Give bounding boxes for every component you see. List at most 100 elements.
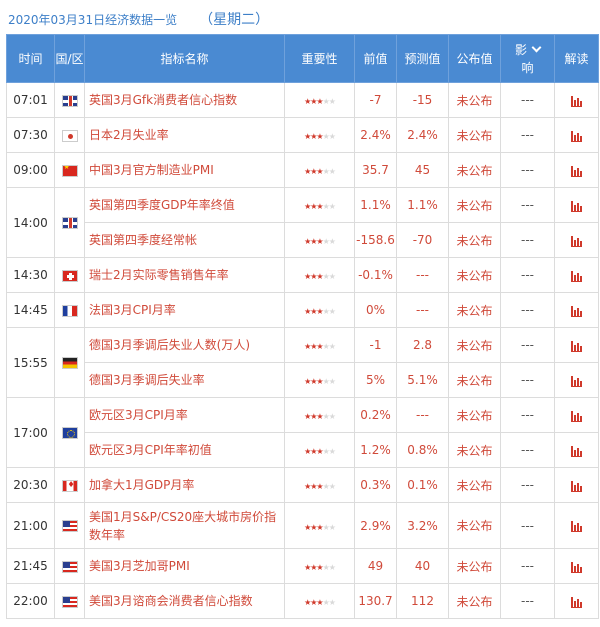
gb-flag-icon [61, 94, 78, 107]
star-empty-icon: ★ [328, 522, 336, 532]
table-row: 17:00 欧元区3月CPI月率 ★★★★★ 0.2% --- 未公布 --- [6, 397, 599, 468]
bar-chart-icon[interactable] [571, 375, 582, 387]
forecast-value: --- [396, 292, 449, 328]
time-cell: 21:00 [6, 502, 55, 549]
indicator-name[interactable]: 日本2月失业率 [84, 117, 285, 153]
time-cell: 15:55 [6, 327, 55, 398]
previous-value: 0.3% [354, 467, 397, 503]
col-impact-label-1: 影 [514, 42, 527, 57]
bar-chart-icon[interactable] [571, 270, 582, 282]
indicator-name[interactable]: 欧元区3月CPI月率 [84, 397, 285, 433]
bar-chart-icon[interactable] [571, 480, 582, 492]
previous-value: -0.1% [354, 257, 397, 293]
time-cell: 09:00 [6, 152, 55, 188]
actual-value: 未公布 [448, 397, 501, 433]
country-cell [54, 82, 85, 118]
actual-value: 未公布 [448, 152, 501, 188]
table-row: 德国3月季调后失业率 ★★★★★ 5% 5.1% 未公布 --- [7, 362, 599, 398]
indicator-name[interactable]: 美国3月芝加哥PMI [84, 548, 285, 584]
country-cell [54, 548, 85, 584]
jp-flag-icon [61, 129, 78, 142]
indicator-name[interactable]: 美国1月S&P/CS20座大城市房价指数年率 [84, 502, 285, 549]
table-header-row: 时间 国/区 指标名称 重要性 前值 预测值 公布值 影 响 解读 [6, 34, 599, 83]
indicator-name[interactable]: 美国3月谘商会消费者信心指数 [84, 583, 285, 619]
impact-value: --- [500, 583, 555, 619]
fr-flag-icon [61, 304, 78, 317]
bar-chart-icon[interactable] [571, 165, 582, 177]
impact-value: --- [500, 327, 555, 363]
importance-cell: ★★★★★ [284, 327, 355, 363]
importance-stars: ★★★★★ [304, 377, 336, 386]
indicator-name[interactable]: 瑞士2月实际零售销售年率 [84, 257, 285, 293]
indicator-name[interactable]: 法国3月CPI月率 [84, 292, 285, 328]
indicator-name[interactable]: 欧元区3月CPI年率初值 [84, 432, 285, 468]
explain-cell [554, 502, 599, 549]
bar-chart-icon[interactable] [571, 235, 582, 247]
star-empty-icon: ★ [328, 342, 336, 351]
bar-chart-icon[interactable] [571, 410, 582, 422]
actual-value: 未公布 [448, 583, 501, 619]
explain-cell [554, 152, 599, 188]
impact-value: --- [500, 82, 555, 118]
star-empty-icon: ★ [328, 132, 336, 141]
page-title: 2020年03月31日经济数据一览 [8, 12, 178, 27]
importance-cell: ★★★★★ [284, 257, 355, 293]
bar-chart-icon[interactable] [571, 521, 582, 532]
star-empty-icon: ★ [328, 563, 336, 572]
importance-stars: ★★★★★ [304, 132, 336, 141]
actual-value: 未公布 [448, 82, 501, 118]
us-flag-icon [61, 595, 78, 608]
table-row: 15:55 德国3月季调后失业人数(万人) ★★★★★ -1 2.8 未公布 --- [6, 327, 599, 398]
col-country: 国/区 [54, 34, 85, 83]
indicator-name[interactable]: 德国3月季调后失业率 [84, 362, 285, 398]
bar-chart-icon[interactable] [571, 445, 582, 457]
table-body: 07:01 英国3月Gfk消费者信心指数 ★★★★★ -7 -15 未公布 --- 07:30… [6, 82, 599, 619]
bar-chart-icon[interactable] [571, 561, 582, 573]
importance-cell: ★★★★★ [284, 467, 355, 503]
previous-value: 2.9% [354, 502, 397, 549]
table-row: 07:30 日本2月失业率 ★★★★★ 2.4% 2.4% 未公布 --- [6, 117, 599, 153]
forecast-value: 0.8% [396, 432, 449, 468]
table-row: 22:00 美国3月谘商会消费者信心指数 ★★★★★ 130.7 112 未公布 --- [6, 583, 599, 619]
bar-chart-icon[interactable] [571, 305, 582, 317]
bar-chart-icon[interactable] [571, 200, 582, 212]
country-cell [54, 187, 85, 258]
forecast-value: --- [396, 397, 449, 433]
chevron-down-icon[interactable] [531, 42, 542, 52]
indicator-name[interactable]: 英国第四季度经常帐 [84, 222, 285, 258]
time-cell: 20:30 [6, 467, 55, 503]
us-flag-icon [61, 520, 78, 532]
bar-chart-icon[interactable] [571, 95, 582, 107]
bar-chart-icon[interactable] [571, 340, 582, 352]
col-impact[interactable]: 影 响 [500, 34, 555, 83]
bar-chart-icon[interactable] [571, 130, 582, 142]
bar-chart-icon[interactable] [571, 596, 582, 608]
indicator-name[interactable]: 中国3月官方制造业PMI [84, 152, 285, 188]
importance-cell: ★★★★★ [284, 187, 355, 223]
importance-cell: ★★★★★ [284, 397, 355, 433]
importance-cell: ★★★★★ [284, 548, 355, 584]
previous-value: 5% [354, 362, 397, 398]
impact-value: --- [500, 187, 555, 223]
page-title-bar: 2020年03月31日经济数据一览 （星期二） [8, 6, 269, 32]
explain-cell [554, 187, 599, 223]
table-row: 21:00 美国1月S&P/CS20座大城市房价指数年率 ★★★★★ 2.9% 3.2%… [6, 502, 599, 549]
indicator-name[interactable]: 德国3月季调后失业人数(万人) [84, 327, 285, 363]
actual-value: 未公布 [448, 257, 501, 293]
explain-cell [554, 362, 599, 398]
forecast-value: 45 [396, 152, 449, 188]
col-time: 时间 [6, 34, 55, 83]
impact-value: --- [500, 548, 555, 584]
star-empty-icon: ★ [328, 97, 336, 106]
explain-cell [554, 292, 599, 328]
forecast-value: -70 [396, 222, 449, 258]
forecast-value: 0.1% [396, 467, 449, 503]
indicator-name[interactable]: 英国第四季度GDP年率终值 [84, 187, 285, 223]
importance-stars: ★★★★★ [304, 342, 336, 351]
indicator-name[interactable]: 加拿大1月GDP月率 [84, 467, 285, 503]
impact-value: --- [500, 502, 555, 549]
importance-cell: ★★★★★ [284, 502, 355, 549]
star-empty-icon: ★ [328, 598, 336, 607]
indicator-name[interactable]: 英国3月Gfk消费者信心指数 [84, 82, 285, 118]
impact-value: --- [500, 362, 555, 398]
